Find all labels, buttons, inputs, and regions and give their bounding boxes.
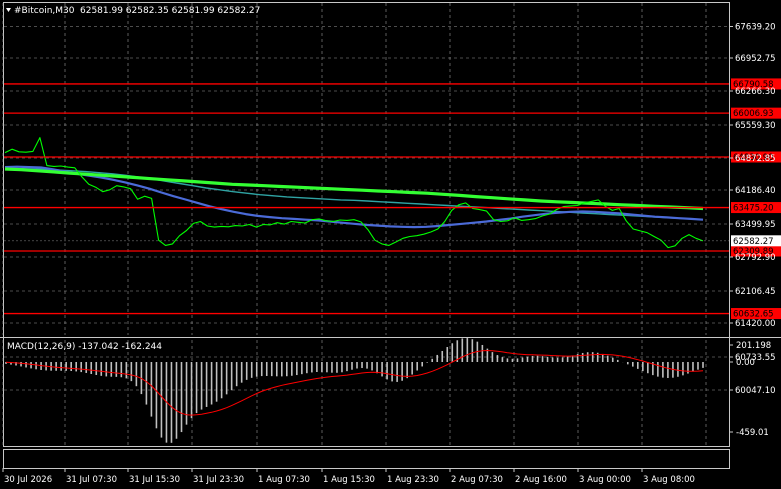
price-tick-label: 62792.90 — [735, 253, 776, 263]
time-tick-label: 30 Jul 2026 — [4, 475, 52, 485]
time-tick-label: 31 Jul 07:30 — [66, 475, 117, 485]
ma-slow-line — [4, 167, 704, 211]
time-tick-label: 3 Aug 08:00 — [643, 475, 695, 485]
time-tick-label: 1 Aug 23:30 — [387, 475, 439, 485]
time-tick-label: 3 Aug 00:00 — [579, 475, 631, 485]
horizontal-levels: 66790.5866006.9364830.9063475.2062309.89… — [4, 78, 781, 320]
macd-tick-label: -459.01 — [736, 428, 769, 438]
macd-indicator — [5, 338, 704, 443]
dropdown-arrow-icon[interactable] — [6, 8, 11, 12]
time-tick-label: 2 Aug 07:30 — [451, 475, 503, 485]
macd-label: MACD(12,26,9) -137.042 -162.244 — [7, 342, 162, 352]
ohlc-values: 62581.99 62582.35 62581.99 62582.27 — [80, 6, 260, 16]
macd-plot-frame — [3, 449, 730, 469]
price-line — [4, 137, 704, 249]
time-tick-label: 1 Aug 07:30 — [258, 475, 310, 485]
level-tag-label: 66006.93 — [733, 109, 774, 119]
moving-averages — [4, 165, 704, 229]
time-tick-label: 2 Aug 16:00 — [515, 475, 567, 485]
time-axis: 30 Jul 2026 31 Jul 07:30 31 Jul 15:30 31 Ju… — [2, 468, 695, 485]
grid — [0, 3, 781, 446]
price-tick-label: 63499.95 — [735, 220, 776, 230]
price-series — [4, 137, 704, 249]
price-tick-label: 65559.30 — [735, 121, 776, 131]
price-tick-label: 60047.10 — [735, 386, 776, 396]
time-tick-label: 31 Jul 23:30 — [193, 475, 244, 485]
time-tick-label: 31 Jul 15:30 — [129, 475, 180, 485]
macd-tick-label: 201.198 — [736, 341, 771, 351]
time-tick-label: 1 Aug 15:30 — [323, 475, 375, 485]
price-tick-label: 67639.20 — [735, 23, 776, 33]
price-tick-label: 66952.75 — [735, 54, 776, 64]
price-tick-label: 64186.40 — [735, 186, 776, 196]
current-price-value: 62582.27 — [733, 237, 774, 247]
price-tick-label: 61420.00 — [735, 319, 776, 329]
macd-tick-label: 0.00 — [736, 358, 755, 368]
price-tick-label: 64872.85 — [735, 154, 776, 164]
price-tick-label: 66266.30 — [735, 87, 776, 97]
level-tag-label: 63475.20 — [733, 204, 774, 214]
price-tick-label: 62106.45 — [735, 287, 776, 297]
symbol-label: #Bitcoin,M30 — [14, 6, 75, 16]
current-price-tag: 62582.27 — [731, 235, 781, 247]
price-chart[interactable]: 66790.5866006.9364830.9063475.2062309.89… — [0, 0, 781, 489]
